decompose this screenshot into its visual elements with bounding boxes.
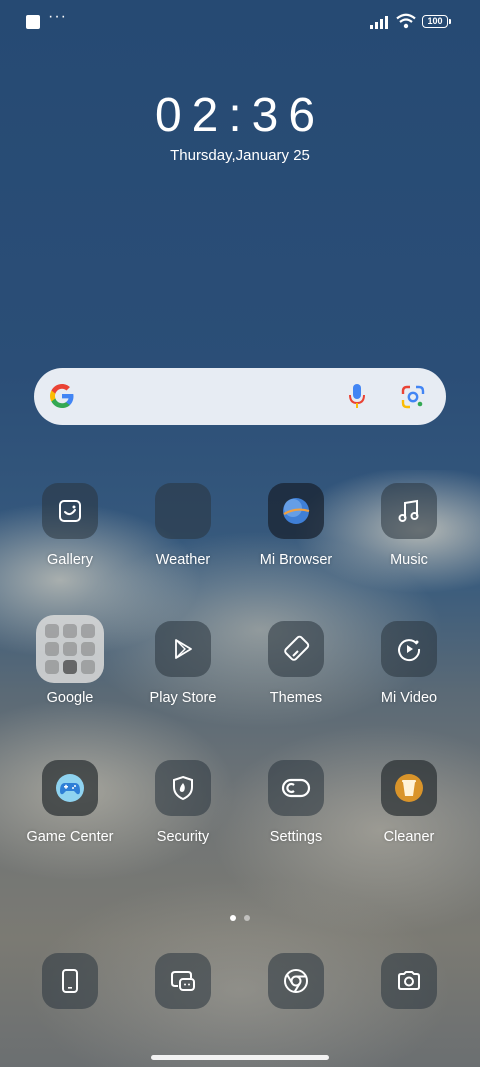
weather-icon [155, 483, 211, 539]
app-play-store[interactable]: Play Store [128, 621, 238, 706]
clock-date[interactable]: Thursday,January 25 [0, 147, 480, 164]
app-mi-browser[interactable]: Mi Browser [241, 483, 351, 568]
app-label: Mi Video [380, 690, 438, 706]
app-mi-video[interactable]: Mi Video [354, 621, 464, 706]
play-store-icon [155, 621, 211, 677]
chrome-icon [268, 953, 324, 1009]
app-security[interactable]: Security [128, 760, 238, 845]
shield-icon [155, 760, 211, 816]
dock-phone[interactable] [15, 953, 125, 1009]
google-search-bar[interactable] [34, 368, 446, 425]
app-label: Settings [269, 829, 323, 845]
page-dot-active[interactable] [230, 915, 236, 921]
settings-toggle-icon [268, 760, 324, 816]
app-label: Google [46, 690, 94, 706]
trash-bin-icon [381, 760, 437, 816]
phone-icon [42, 953, 98, 1009]
gallery-icon [42, 483, 98, 539]
notification-square-icon [26, 15, 40, 29]
folder-icon [36, 615, 104, 683]
gamepad-icon [42, 760, 98, 816]
browser-globe-icon [268, 483, 324, 539]
music-note-icon [381, 483, 437, 539]
cellular-signal-icon [370, 16, 388, 29]
folder-app-grid [45, 624, 95, 674]
app-label: Mi Browser [259, 552, 333, 568]
status-bar: ··· 100 [0, 0, 480, 44]
overflow-notifications-indicator: ··· [48, 8, 67, 25]
dock-messaging[interactable] [128, 953, 238, 1009]
home-gesture-bar[interactable] [151, 1055, 329, 1060]
battery-icon: 100 [422, 15, 451, 28]
video-play-icon [381, 621, 437, 677]
app-label: Security [156, 829, 210, 845]
app-label: Cleaner [383, 829, 435, 845]
folder-google[interactable]: Google [15, 615, 125, 706]
app-settings[interactable]: Settings [241, 760, 351, 845]
app-label: Play Store [149, 690, 217, 706]
camera-icon [381, 953, 437, 1009]
app-weather[interactable]: Weather [128, 483, 238, 568]
clock-time[interactable]: 02:36 [0, 88, 480, 143]
dock-camera[interactable] [354, 953, 464, 1009]
app-game-center[interactable]: Game Center [15, 760, 125, 845]
app-label: Weather [155, 552, 211, 568]
app-gallery[interactable]: Gallery [15, 483, 125, 568]
app-themes[interactable]: Themes [241, 621, 351, 706]
mic-icon[interactable] [346, 382, 368, 410]
app-label: Gallery [47, 552, 93, 568]
page-dot[interactable] [244, 915, 250, 921]
google-g-icon [50, 384, 74, 408]
app-label: Themes [269, 690, 323, 706]
wifi-icon [396, 13, 416, 29]
app-label: Music [390, 552, 428, 568]
app-cleaner[interactable]: Cleaner [354, 760, 464, 845]
dock-chrome[interactable] [241, 953, 351, 1009]
page-indicator [0, 908, 480, 926]
themes-brush-icon [268, 621, 324, 677]
google-lens-icon[interactable] [400, 384, 426, 410]
app-music[interactable]: Music [354, 483, 464, 568]
message-icon [155, 953, 211, 1009]
app-label: Game Center [26, 829, 114, 845]
